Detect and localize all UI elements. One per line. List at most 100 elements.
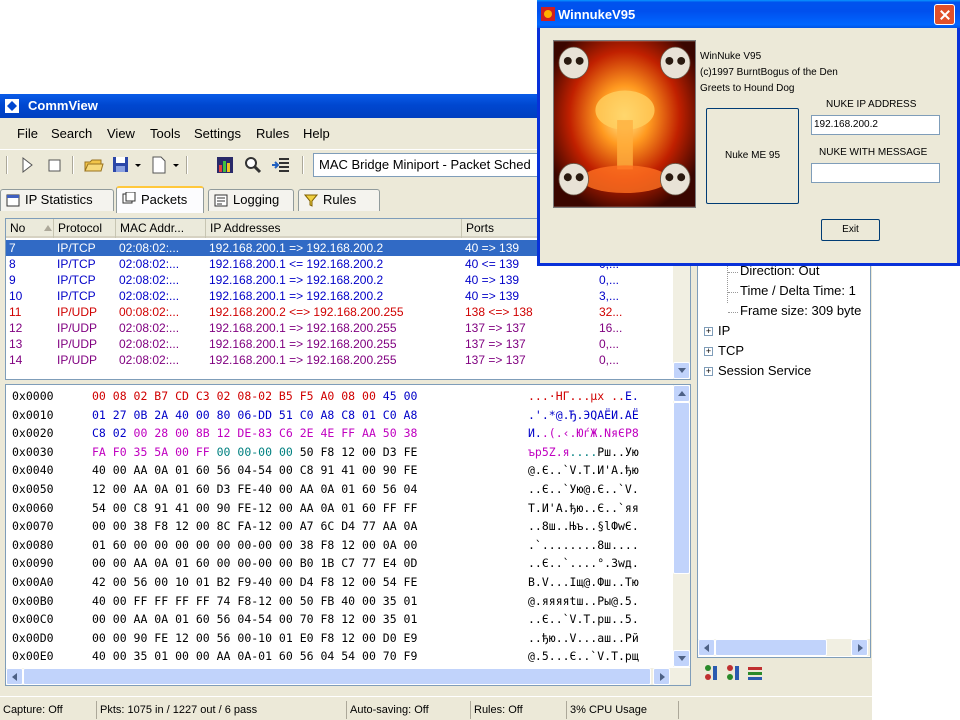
adapter-select[interactable]: MAC Bridge Miniport - Packet Sched [313,153,553,177]
nuke-message-input[interactable] [811,163,940,183]
menu-tools[interactable]: Tools [150,126,180,141]
menu-settings[interactable]: Settings [194,126,241,141]
scroll-right-button[interactable] [851,639,868,656]
search-packets-icon[interactable] [242,154,264,176]
tree-node[interactable]: Time / Delta Time: 1 [740,283,856,298]
tab-ip-statistics[interactable]: IP Statistics [0,189,114,211]
scroll-down-button[interactable] [673,362,690,379]
hex-ascii-segment: .`........8ш.... [528,537,639,552]
chevron-down-icon[interactable] [132,154,144,176]
hex-ascii-segment: ър5Z.я [528,444,570,459]
hex-bytes-segment: 12 00 AA 0A 01 60 D3 FE-40 00 AA 0A 01 6… [92,482,418,496]
cell-proto: IP/TCP [57,257,96,271]
cell-ports: 137 => 137 [465,337,526,351]
expand-tree-icon[interactable] [705,665,717,680]
list-view-icon[interactable] [748,667,762,680]
hex-ascii: B.V...Іщ@.Фш..Тю [528,573,639,591]
cell-ip: 192.168.200.2 <=> 192.168.200.255 [209,305,404,319]
scroll-down-button[interactable] [673,650,690,667]
hex-ascii-segment: ...·HГ...µх .. [528,389,625,403]
scroll-right-button[interactable] [653,668,670,685]
exit-button[interactable]: Exit [821,219,880,241]
scroll-thumb[interactable] [23,668,651,685]
commview-app-icon [5,99,19,113]
auto-scroll-icon[interactable] [270,154,292,176]
hex-bytes: 42 00 56 00 10 01 B2 F9-40 00 D4 F8 12 0… [92,573,417,591]
hex-bytes-segment: 01 60 00 00 00 00 00 00-00 00 38 F8 12 0… [92,537,418,552]
scroll-left-button[interactable] [6,668,23,685]
nuke-ip-input[interactable]: 192.168.200.2 [811,115,940,135]
menu-file[interactable]: File [17,126,38,141]
cell-mac: 00:08:02:... [119,305,180,319]
table-icon [6,194,20,207]
expand-node-icon[interactable]: + [704,347,713,356]
column-mac[interactable]: MAC Addr... [116,219,206,238]
hex-offset: 0x0030 [12,444,54,459]
scroll-thumb[interactable] [673,402,690,574]
winnuke-copyright-text: (c)1997 BurntBogus of the Den [700,67,838,78]
expand-node-icon[interactable]: + [704,367,713,376]
hex-view[interactable]: 0x0000 00 08 02 B7 CD C3 02 08-02 B5 F5 A… [5,384,691,686]
hex-bytes: 00 08 02 B7 CD C3 02 08-02 B5 F5 A0 08 0… [92,387,417,405]
expand-node-icon[interactable]: + [704,327,713,336]
hex-vertical-scrollbar[interactable] [673,385,690,667]
hex-bytes: 12 00 AA 0A 01 60 D3 FE-40 00 AA 0A 01 6… [92,480,417,498]
menu-rules[interactable]: Rules [256,126,289,141]
tree-node[interactable]: IP [718,323,730,338]
window-title: CommView [28,98,98,113]
hex-bytes-segment: 40 00 35 01 00 00 AA 0A-01 60 56 04 54 0… [92,649,418,664]
tab-packets[interactable]: Packets [116,186,204,213]
collapse-tree-icon[interactable] [727,665,739,680]
cell-extra: 0,... [599,273,620,287]
cell-no: 8 [9,257,16,271]
scroll-thumb[interactable] [715,639,827,656]
statistics-chart-icon[interactable] [214,154,236,176]
menu-help[interactable]: Help [303,126,330,141]
tab-rules[interactable]: Rules [298,189,380,211]
cell-ip: 192.168.200.1 => 192.168.200.255 [209,321,397,335]
column-protocol[interactable]: Protocol [54,219,116,238]
hex-ascii-segment: @.яяяяtш..Pы@.5. [528,593,639,608]
table-row[interactable]: 14 IP/UDP 02:08:02:... 192.168.200.1 => 192… [6,352,674,368]
hex-offset: 0x0070 [12,519,54,534]
rules-funnel-icon [304,194,318,207]
table-row[interactable]: 11 IP/UDP 00:08:02:... 192.168.200.2 <=> 19… [6,304,674,320]
start-capture-icon[interactable] [16,154,38,176]
close-icon[interactable] [934,4,955,25]
cell-no: 7 [9,241,16,255]
menu-view[interactable]: View [107,126,135,141]
scroll-left-button[interactable] [698,639,715,656]
hex-bytes-segment: 00 00 AA 0A 01 60 56 04-54 00 70 F8 12 0… [92,612,418,627]
open-folder-icon[interactable] [82,154,104,176]
hex-ascii: И..(.‹.ЮѓЖ.NяЄP8 [528,424,639,442]
menu-search[interactable]: Search [51,126,92,141]
status-autosave: Auto-saving: Off [346,701,470,719]
hex-horizontal-scrollbar[interactable] [6,668,690,685]
tree-horizontal-scrollbar[interactable] [698,639,870,656]
toolbar-separator [72,156,74,174]
tree-node[interactable]: Session Service [718,363,811,378]
tree-node[interactable]: TCP [718,343,744,358]
hex-bytes: C8 02 00 28 00 8B 12 DE-83 C6 2E 4E FF A… [92,424,417,442]
hex-bytes: 00 00 38 F8 12 00 8C FA-12 00 A7 6C D4 7… [92,517,417,535]
new-document-icon[interactable] [148,154,170,176]
table-row[interactable]: 13 IP/UDP 02:08:02:... 192.168.200.1 => 192… [6,336,674,352]
column-ip[interactable]: IP Addresses [206,219,462,238]
table-row[interactable]: 9 IP/TCP 02:08:02:... 192.168.200.1 => 192.… [6,272,674,288]
hex-bytes: 00 00 AA 0A 01 60 56 04-54 00 70 F8 12 0… [92,610,417,628]
packet-decode-tree[interactable]: Source MAC: 02:08:Ethertype: 0x0800 (2Di… [697,218,871,658]
hex-bytes: FA F0 35 5A 00 FF 00 00-00 00 50 F8 12 0… [92,443,417,461]
tree-node[interactable]: Frame size: 309 byte [740,303,861,318]
hex-offset: 0x0080 [12,537,54,552]
table-row[interactable]: 12 IP/UDP 02:08:02:... 192.168.200.1 => 192… [6,320,674,336]
hex-bytes: 40 00 FF FF FF FF 74 F8-12 00 50 FB 40 0… [92,592,417,610]
hex-offset: 0x00A0 [12,575,54,589]
winnuke-title-bar[interactable]: WinnukeV95 [537,0,960,28]
scroll-up-button[interactable] [673,385,690,402]
tab-logging[interactable]: Logging [208,189,294,211]
table-row[interactable]: 10 IP/TCP 02:08:02:... 192.168.200.1 => 192… [6,288,674,304]
nuke-me-button[interactable]: Nuke ME 95 [706,108,799,204]
stop-capture-icon[interactable] [44,154,66,176]
chevron-down-icon[interactable] [170,154,182,176]
save-icon[interactable] [110,154,132,176]
